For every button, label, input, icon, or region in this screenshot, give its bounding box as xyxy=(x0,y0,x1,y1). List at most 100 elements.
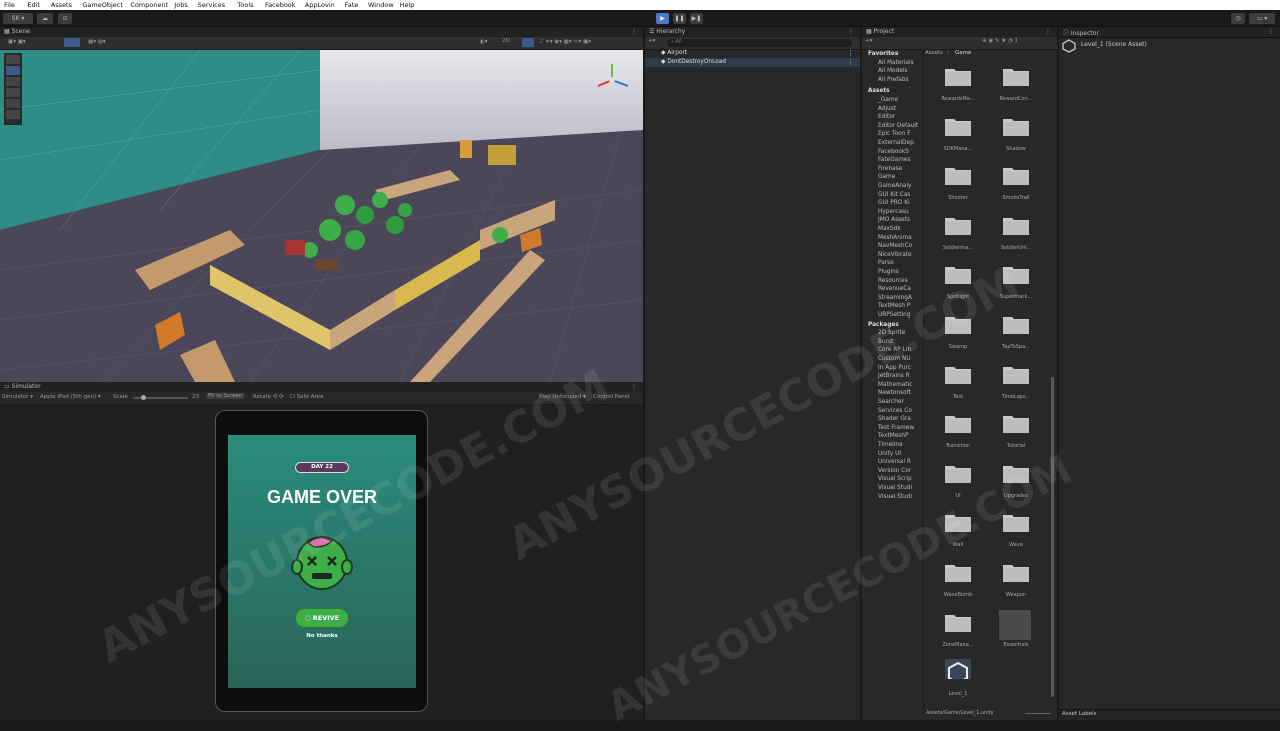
tree-item[interactable]: FacebookS xyxy=(878,149,909,155)
folder-item[interactable]: SDKMana... xyxy=(933,114,983,164)
add-icon[interactable]: +▾ xyxy=(648,38,655,44)
panel-menu-icon[interactable]: ⋮ xyxy=(631,383,637,390)
tab-simulator[interactable]: ▭ Simulator xyxy=(4,383,41,390)
folder-item[interactable]: TimeLaps... xyxy=(991,362,1041,412)
tree-item[interactable]: Searcher xyxy=(878,399,904,405)
tab-scene[interactable]: ▦ Scene xyxy=(4,28,30,35)
menu-item[interactable]: File xyxy=(4,1,15,9)
tree-item[interactable]: ExternalDep xyxy=(878,140,914,146)
menu-item[interactable]: Edit xyxy=(27,1,40,9)
tree-item[interactable]: Universal R xyxy=(878,459,911,465)
tree-item[interactable]: Services Co xyxy=(878,408,912,414)
tree-assets-header[interactable]: Assets xyxy=(868,88,890,94)
panel-menu-icon[interactable]: ⋮ xyxy=(631,28,637,35)
tab-inspector[interactable]: ⓘ Inspector xyxy=(1063,28,1099,37)
tree-item[interactable]: Shader Gra xyxy=(878,416,911,422)
tree-item[interactable]: Mathematic xyxy=(878,382,912,388)
tree-item[interactable]: TextMeshP xyxy=(878,433,908,439)
folder-item[interactable]: Wall xyxy=(933,510,983,560)
tree-item[interactable]: Visual Scrip xyxy=(878,476,912,482)
control-panel-button[interactable]: Control Panel xyxy=(593,394,629,400)
scale-slider[interactable] xyxy=(133,395,188,400)
menu-item[interactable]: Assets xyxy=(51,1,72,9)
tree-item[interactable]: _Game xyxy=(878,97,898,103)
folder-item[interactable]: WaveBomb xyxy=(933,560,983,610)
folder-item[interactable]: Wave xyxy=(991,510,1041,560)
pause-button[interactable]: ❚❚ xyxy=(673,13,686,24)
tree-item[interactable]: Visual Studi xyxy=(878,485,912,491)
folder-item[interactable]: Spotlight xyxy=(933,262,983,312)
scene-viewport[interactable] xyxy=(0,50,643,382)
tree-item[interactable]: MeshAnima xyxy=(878,235,912,241)
tree-item[interactable]: Newtonsoft xyxy=(878,390,911,396)
tree-packages-header[interactable]: Packages xyxy=(868,322,899,328)
scene-tool-strip[interactable] xyxy=(4,53,22,125)
tree-item[interactable]: JMO Assets xyxy=(878,217,910,223)
tree-item[interactable]: MaxSdk xyxy=(878,226,901,232)
folder-item[interactable]: RewardCon... xyxy=(991,64,1041,114)
tree-item[interactable]: All Materials xyxy=(878,60,914,66)
tree-item[interactable]: Burst xyxy=(878,339,893,345)
menu-item[interactable]: Window xyxy=(368,1,394,9)
scale-slider-handle[interactable] xyxy=(141,395,146,400)
shading-icon[interactable]: ◐▾ xyxy=(480,39,488,45)
rotate-button[interactable]: Rotate ⟲ ⟳ xyxy=(253,394,284,400)
folder-item[interactable]: Shadow xyxy=(991,114,1041,164)
tree-item[interactable]: Custom NU xyxy=(878,356,911,362)
history-icon[interactable]: ◷ xyxy=(1231,13,1245,24)
project-scrollbar[interactable] xyxy=(1051,377,1054,697)
tree-item[interactable]: 2D Sprite xyxy=(878,330,905,336)
play-button[interactable]: ▶ xyxy=(656,13,669,24)
folder-item[interactable]: Swamp xyxy=(933,312,983,362)
menu-item[interactable]: Fate xyxy=(345,1,359,9)
folder-item[interactable]: TapToSpa... xyxy=(991,312,1041,362)
breadcrumb-assets[interactable]: Assets xyxy=(925,50,943,56)
panel-menu-icon[interactable]: ⋮ xyxy=(848,28,854,35)
tree-item[interactable]: Test Framew xyxy=(878,425,914,431)
folder-item[interactable]: Weapon xyxy=(991,560,1041,610)
tree-item[interactable]: All Prefabs xyxy=(878,77,909,83)
step-button[interactable]: ▶❚ xyxy=(690,13,703,24)
folder-item[interactable]: SmokeTrail xyxy=(991,163,1041,213)
folder-item[interactable]: Level_1 xyxy=(933,659,983,709)
hierarchy-row[interactable]: ◆ DontDestroyOnLoad ⋮ xyxy=(645,58,860,67)
play-mode-dropdown[interactable]: Play Unfocused ▾ xyxy=(539,394,586,400)
pivot-icon[interactable] xyxy=(64,38,80,47)
tree-item[interactable]: In App Purc xyxy=(878,365,911,371)
menu-item[interactable]: AppLovin xyxy=(305,1,335,9)
tree-item[interactable]: Visual Studi xyxy=(878,494,912,500)
tree-item[interactable]: Unity UI xyxy=(878,451,901,457)
row-menu-icon[interactable]: ⋮ xyxy=(847,49,854,57)
folder-item[interactable]: RewardsMa... xyxy=(933,64,983,114)
tree-item[interactable]: Version Cor xyxy=(878,468,911,474)
folder-item[interactable]: Tutorial xyxy=(991,411,1041,461)
folder-item[interactable]: SoldierUnl... xyxy=(991,213,1041,263)
revive-button[interactable]: ◌ REVIVE xyxy=(295,608,349,628)
tree-item[interactable]: GameAnaly xyxy=(878,183,912,189)
folder-item[interactable]: UI xyxy=(933,461,983,511)
folder-item[interactable]: Upgrades xyxy=(991,461,1041,511)
fit-to-screen-button[interactable]: Fit to Screen xyxy=(206,393,245,399)
no-thanks-link[interactable]: No thanks xyxy=(228,633,416,639)
tree-item[interactable]: Editor xyxy=(878,114,895,120)
mode-dropdown[interactable]: Simulator ▾ xyxy=(2,394,33,400)
menu-item[interactable]: Services xyxy=(198,1,225,9)
row-menu-icon[interactable]: ⋮ xyxy=(847,58,854,66)
layout-dropdown[interactable]: ▭ ▾ xyxy=(1249,13,1275,24)
folder-item[interactable]: Soldierma... xyxy=(933,213,983,263)
tree-item[interactable]: JetBrains R xyxy=(878,373,910,379)
tree-item[interactable]: URPSetting xyxy=(878,312,911,318)
game-screen[interactable]: DAY 22 GAME OVER ◌ REVIVE No thanks xyxy=(228,435,416,688)
tree-item[interactable]: Timeline xyxy=(878,442,903,448)
hierarchy-search-input[interactable]: ⌕ All xyxy=(667,39,852,47)
folder-item[interactable]: Transition xyxy=(933,411,983,461)
folder-item[interactable]: Test xyxy=(933,362,983,412)
tree-item[interactable]: Hypercasu xyxy=(878,209,909,215)
menu-item[interactable]: GameObject xyxy=(82,1,123,9)
tree-item[interactable]: Game xyxy=(878,174,895,180)
lighting-icon[interactable] xyxy=(522,38,534,47)
grid-snap-icon[interactable]: ▦▾ ▤▾ xyxy=(88,39,106,45)
tree-item[interactable]: Firebase xyxy=(878,166,902,172)
tab-hierarchy[interactable]: ☰ Hierarchy xyxy=(649,28,685,35)
hierarchy-row[interactable]: ◆ Airport ⋮ xyxy=(645,49,860,58)
